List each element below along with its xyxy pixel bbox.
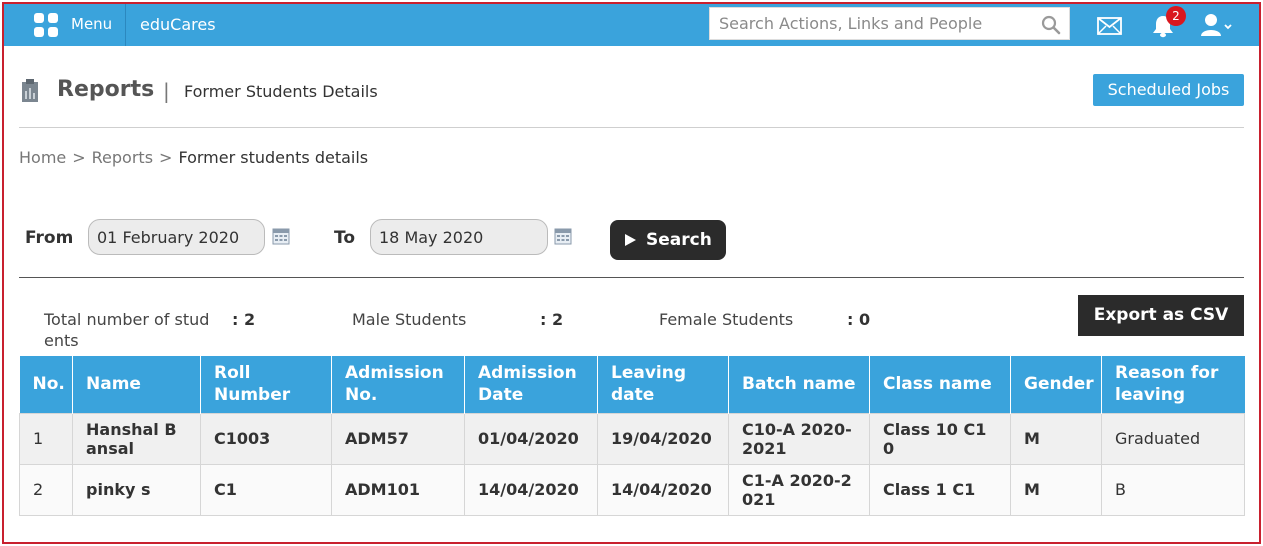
search-button[interactable]: Search [610, 220, 726, 260]
calendar-icon[interactable] [554, 227, 572, 245]
divider [19, 127, 1244, 128]
breadcrumb-separator: > [72, 148, 86, 167]
male-students-value: : 2 [540, 310, 564, 329]
cell-batch-name: C10-A 2020-2021 [728, 412, 870, 465]
notification-badge: 2 [1166, 6, 1186, 26]
to-date-input[interactable] [370, 219, 548, 255]
col-header-leaving-date[interactable]: Leaving date [597, 356, 729, 413]
menu-label: Menu [71, 15, 113, 33]
global-search [709, 7, 1070, 40]
export-csv-button[interactable]: Export as CSV [1078, 295, 1244, 336]
title-separator: | [163, 79, 170, 103]
col-header-name[interactable]: Name [72, 356, 201, 413]
male-students-label: Male Students [352, 310, 467, 329]
cell-admission-date: 14/04/2020 [464, 463, 598, 516]
menu-button[interactable]: Menu [4, 4, 126, 46]
students-table: No. Name Roll Number Admission No. Admis… [19, 356, 1245, 516]
cell-reason: Graduated [1101, 412, 1245, 465]
page-subtitle: Former Students Details [184, 82, 378, 101]
cell-name: Hanshal Bansal [72, 412, 201, 465]
cell-class-name: Class 1 C1 [869, 463, 1011, 516]
cell-gender: M [1010, 412, 1102, 465]
to-label: To [334, 228, 356, 248]
top-bar: Menu eduCares 2 [4, 4, 1259, 46]
brand-name[interactable]: eduCares [140, 15, 216, 34]
breadcrumb-separator: > [159, 148, 173, 167]
search-input[interactable] [710, 8, 1030, 39]
breadcrumb-home[interactable]: Home [19, 148, 66, 167]
mail-icon[interactable] [1097, 17, 1122, 35]
breadcrumb: Home > Reports > Former students details [19, 148, 368, 167]
female-students-label: Female Students [659, 310, 794, 329]
cell-class-name: Class 10 C10 [869, 412, 1011, 465]
cell-name: pinky s [72, 463, 201, 516]
cell-no: 1 [19, 412, 73, 465]
col-header-no[interactable]: No. [19, 356, 73, 413]
cell-batch-name: C1-A 2020-2021 [728, 463, 870, 516]
search-icon[interactable] [1041, 15, 1061, 35]
table-row[interactable]: 1 Hanshal Bansal C1003 ADM57 01/04/2020 … [19, 412, 1245, 465]
breadcrumb-reports[interactable]: Reports [92, 148, 153, 167]
cell-admission-no: ADM57 [331, 412, 465, 465]
calendar-icon[interactable] [272, 227, 290, 245]
divider [19, 277, 1244, 278]
table-header-row: No. Name Roll Number Admission No. Admis… [19, 356, 1245, 413]
report-clipboard-icon [22, 79, 38, 102]
cell-roll-number: C1 [200, 463, 332, 516]
col-header-admission-no[interactable]: Admission No. [331, 356, 465, 413]
cell-leaving-date: 19/04/2020 [597, 412, 729, 465]
col-header-reason[interactable]: Reason for leaving [1101, 356, 1245, 413]
page-title: Reports [57, 77, 155, 102]
user-profile-icon[interactable] [1200, 13, 1234, 37]
cell-reason: B [1101, 463, 1245, 516]
cell-leaving-date: 14/04/2020 [597, 463, 729, 516]
col-header-batch-name[interactable]: Batch name [728, 356, 870, 413]
col-header-roll-number[interactable]: Roll Number [200, 356, 332, 413]
female-students-value: : 0 [847, 310, 871, 329]
breadcrumb-current: Former students details [178, 148, 369, 167]
total-students-label: Total number of stud ents [44, 310, 210, 350]
play-icon [625, 234, 636, 246]
search-button-label: Search [646, 230, 712, 250]
cell-admission-date: 01/04/2020 [464, 412, 598, 465]
table-row[interactable]: 2 pinky s C1 ADM101 14/04/2020 14/04/202… [19, 463, 1245, 516]
from-date-input[interactable] [88, 219, 265, 255]
col-header-admission-date[interactable]: Admission Date [464, 356, 598, 413]
scheduled-jobs-button[interactable]: Scheduled Jobs [1093, 74, 1244, 106]
cell-no: 2 [19, 463, 73, 516]
cell-gender: M [1010, 463, 1102, 516]
cell-roll-number: C1003 [200, 412, 332, 465]
total-students-value: : 2 [232, 310, 256, 329]
grid-menu-icon [34, 13, 58, 37]
from-label: From [25, 228, 74, 248]
cell-admission-no: ADM101 [331, 463, 465, 516]
col-header-class-name[interactable]: Class name [869, 356, 1011, 413]
col-header-gender[interactable]: Gender [1010, 356, 1102, 413]
